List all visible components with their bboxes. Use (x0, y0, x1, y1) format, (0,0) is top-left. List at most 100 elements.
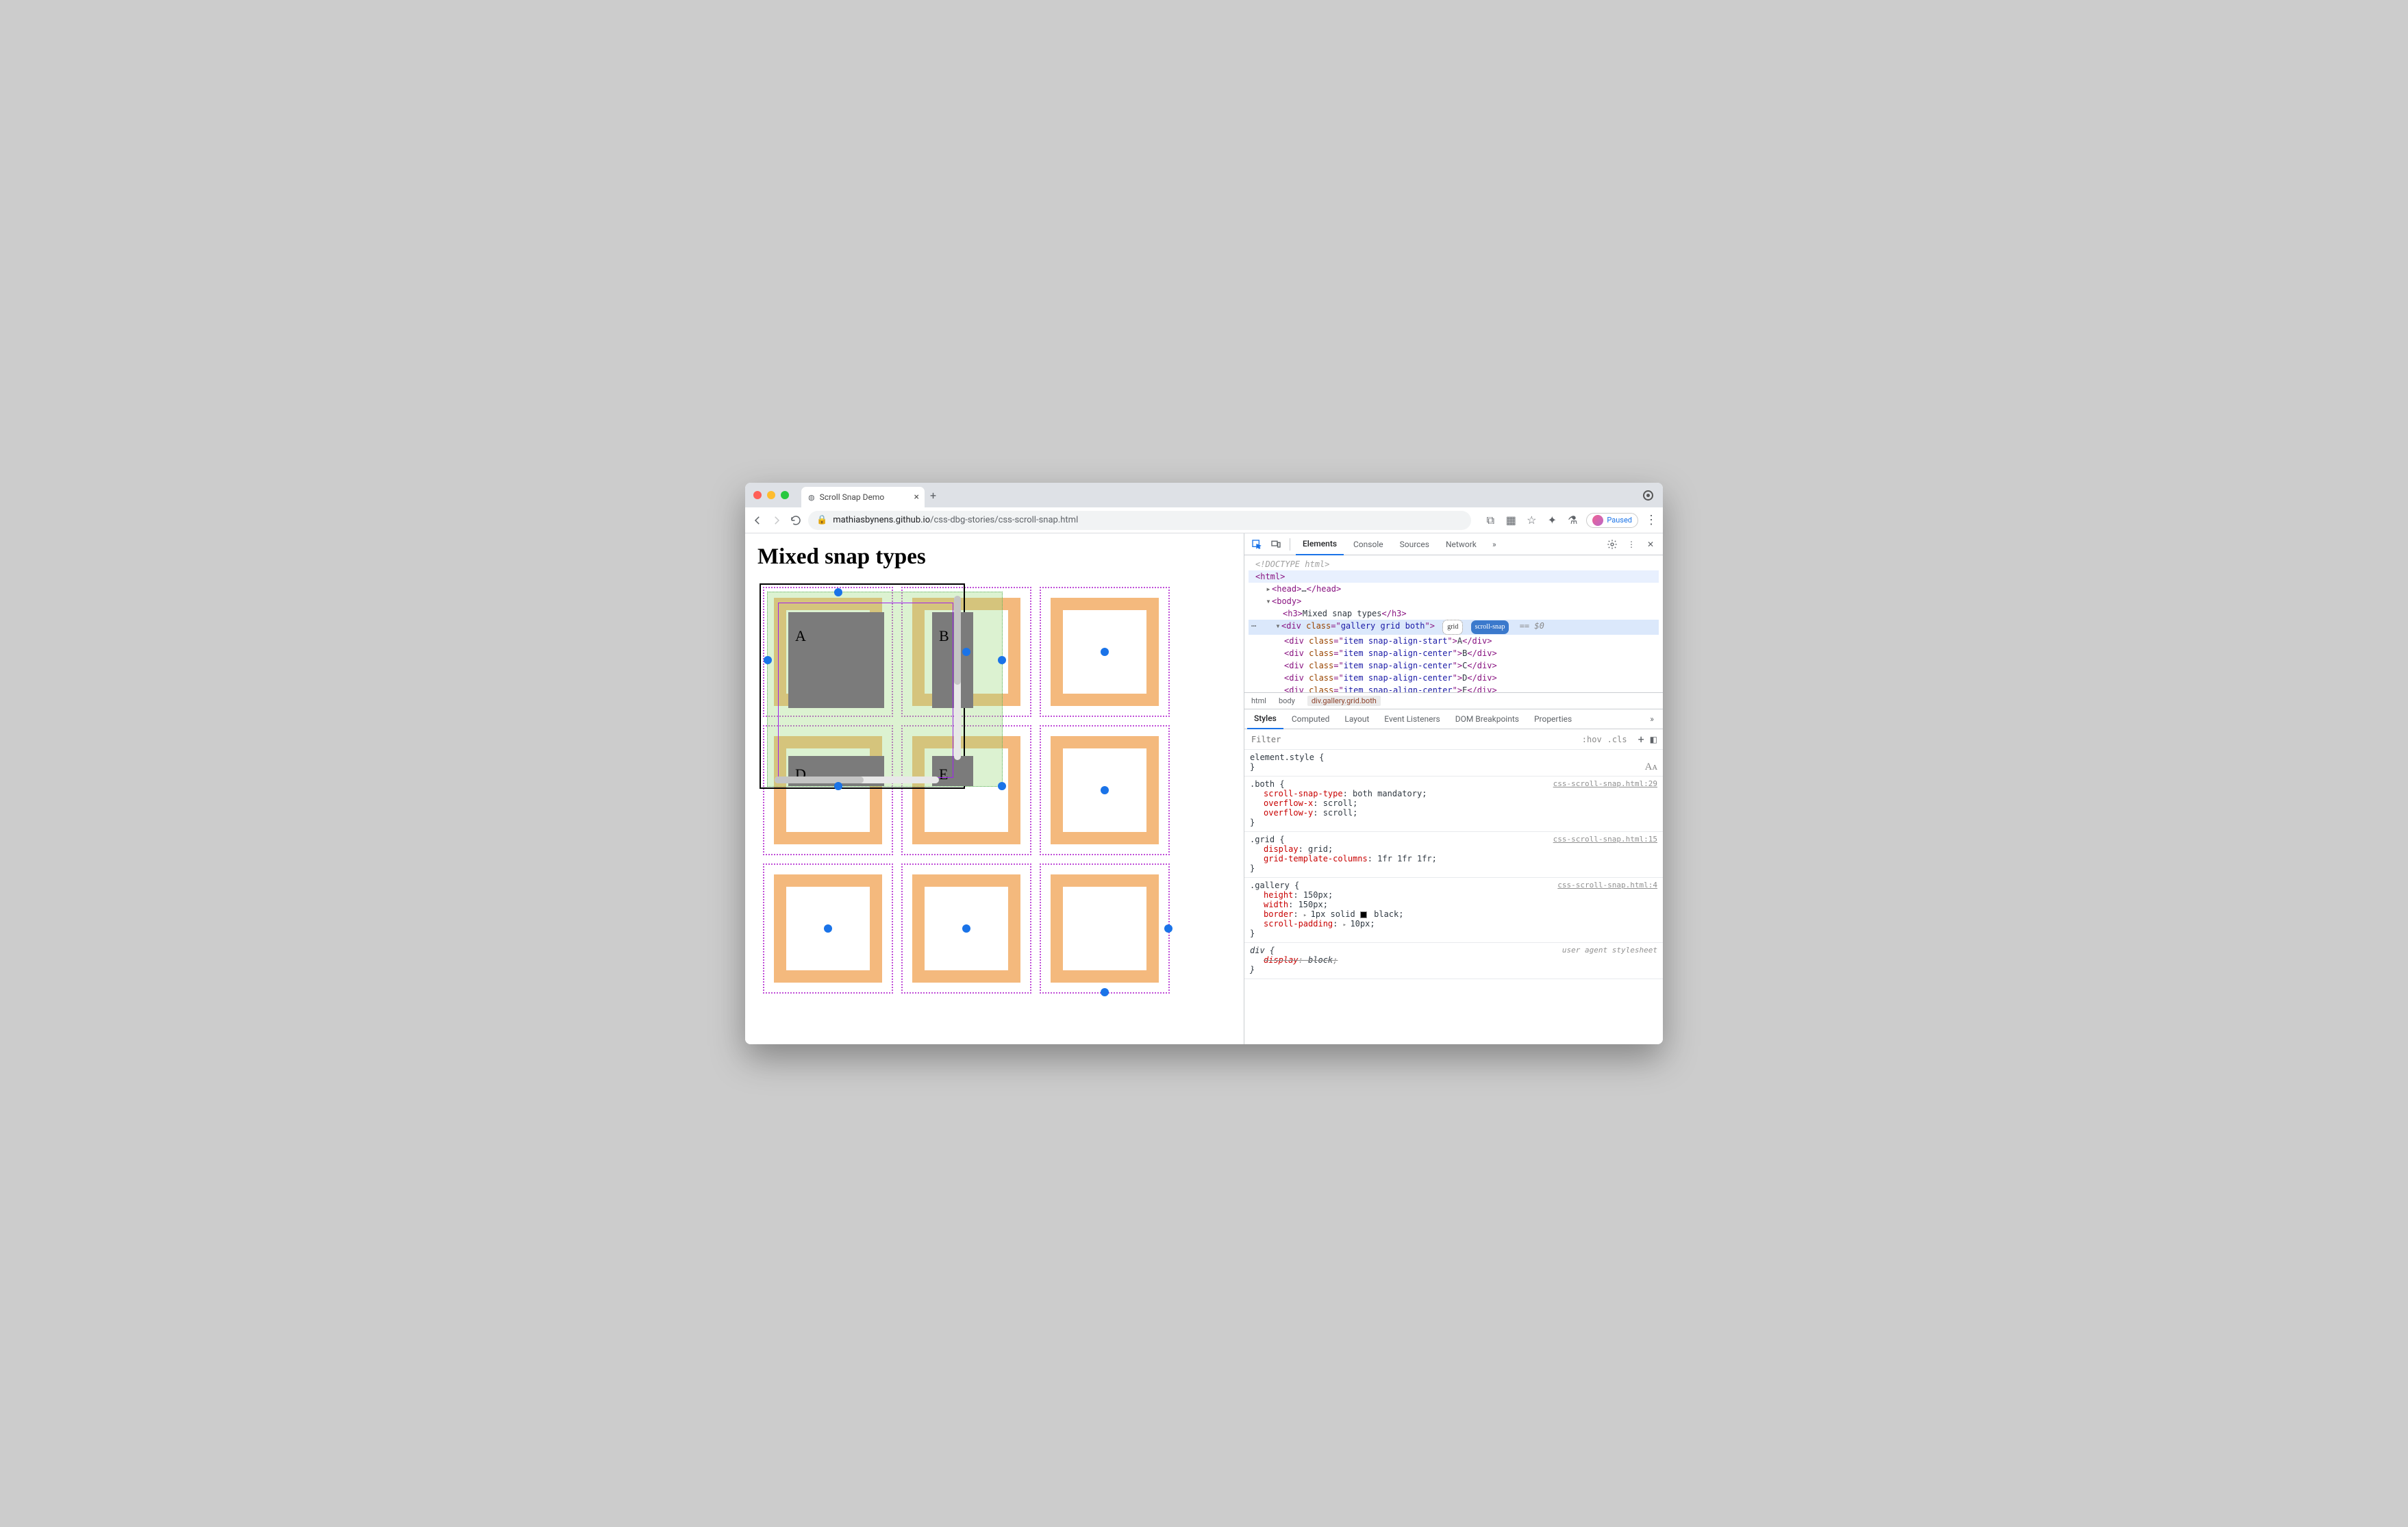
star-icon[interactable]: ☆ (1525, 514, 1538, 527)
font-size-icon[interactable]: Aᴀ (1645, 761, 1657, 773)
tab-network[interactable]: Network (1439, 533, 1483, 555)
badge-grid[interactable]: grid (1442, 620, 1463, 635)
account-paused-chip[interactable]: Paused (1586, 513, 1638, 528)
snap-cell (901, 863, 1031, 994)
snap-point-icon (1164, 924, 1172, 933)
more-subtabs-icon[interactable]: » (1644, 711, 1660, 727)
scrollbar-horizontal-thumb[interactable] (775, 777, 864, 783)
close-window-icon[interactable] (753, 491, 762, 499)
subtab-properties[interactable]: Properties (1527, 709, 1579, 729)
child-element-row[interactable]: <div class="item snap-align-center">E</d… (1249, 684, 1659, 692)
subtab-layout[interactable]: Layout (1338, 709, 1376, 729)
cls-toggle[interactable]: .cls (1607, 735, 1627, 744)
style-rule[interactable]: element.style {}Aᴀ (1244, 750, 1663, 777)
extensions-icon[interactable]: ✦ (1545, 514, 1559, 527)
browser-tab[interactable]: ◍ Scroll Snap Demo × (801, 487, 925, 507)
hover-toggle[interactable]: :hov (1582, 735, 1602, 744)
crumb-html[interactable]: html (1251, 696, 1266, 705)
paused-label: Paused (1607, 516, 1632, 525)
snap-point-icon (1101, 786, 1109, 794)
demo-stage: A B D E (757, 583, 1182, 1008)
close-devtools-icon[interactable]: ✕ (1642, 536, 1659, 553)
snap-cell (1040, 863, 1170, 994)
close-tab-icon[interactable]: × (914, 492, 919, 503)
snap-point-icon (962, 924, 970, 933)
tab-search-icon[interactable] (1643, 490, 1653, 501)
subtab-dom-breakpoints[interactable]: DOM Breakpoints (1448, 709, 1526, 729)
badge-scroll-snap[interactable]: scroll-snap (1471, 620, 1509, 634)
styles-filter-bar: :hov .cls + ◧ (1244, 729, 1663, 750)
minimize-window-icon[interactable] (767, 491, 775, 499)
scrollbar-vertical-thumb[interactable] (954, 596, 961, 685)
subtab-computed[interactable]: Computed (1285, 709, 1337, 729)
crumb-body[interactable]: body (1279, 696, 1295, 705)
device-toggle-icon[interactable] (1268, 536, 1284, 553)
inspect-icon[interactable] (1249, 536, 1265, 553)
back-button[interactable] (751, 514, 764, 527)
settings-icon[interactable] (1604, 536, 1620, 553)
elements-tree[interactable]: <!DOCTYPE html> <html> ▸<head>…</head> ▾… (1244, 555, 1663, 692)
forward-button[interactable] (770, 514, 783, 527)
scroll-container[interactable]: A B D E (760, 583, 965, 789)
child-element-row[interactable]: <div class="item snap-align-center">D</d… (1249, 672, 1659, 684)
lock-icon: 🔒 (816, 515, 827, 525)
snap-cell (1040, 725, 1170, 855)
child-element-row[interactable]: <div class="item snap-align-start">A</di… (1249, 635, 1659, 647)
devtools-menu-icon[interactable]: ⋮ (1623, 536, 1640, 553)
styles-filter-input[interactable] (1250, 734, 1577, 745)
body-row[interactable]: ▾<body> (1249, 595, 1659, 607)
avatar-icon (1592, 515, 1603, 526)
snap-point-icon (1101, 648, 1109, 656)
tab-sources[interactable]: Sources (1393, 533, 1436, 555)
style-rule[interactable]: .gallery {css-scroll-snap.html:4height: … (1244, 878, 1663, 943)
snap-point-icon (962, 648, 970, 656)
styles-subtabs: Styles Computed Layout Event Listeners D… (1244, 709, 1663, 729)
titlebar: ◍ Scroll Snap Demo × + (745, 483, 1663, 507)
snap-point-icon (1101, 988, 1109, 996)
style-rule[interactable]: .grid {css-scroll-snap.html:15display: g… (1244, 832, 1663, 878)
crumb-selected[interactable]: div.gallery.grid.both (1307, 696, 1381, 706)
tab-title: Scroll Snap Demo (820, 492, 885, 502)
toggle-sidebar-icon[interactable]: ◧ (1650, 735, 1657, 744)
styles-pane[interactable]: element.style {}Aᴀ.both {css-scroll-snap… (1244, 750, 1663, 1044)
reload-button[interactable] (789, 514, 803, 527)
devtools-panel: Elements Console Sources Network » ⋮ ✕ <… (1244, 533, 1663, 1044)
browser-menu-button[interactable]: ⋮ (1645, 513, 1657, 527)
child-element-row[interactable]: <div class="item snap-align-center">B</d… (1249, 647, 1659, 659)
url-domain: mathiasbynens.github.io (833, 515, 930, 525)
breadcrumb: html body div.gallery.grid.both (1244, 692, 1663, 709)
style-rule[interactable]: .both {css-scroll-snap.html:29scroll-sna… (1244, 777, 1663, 832)
qr-icon[interactable]: ▦ (1504, 514, 1518, 527)
head-row[interactable]: ▸<head>…</head> (1249, 583, 1659, 595)
expand-options-icon[interactable]: ⋯ (1251, 620, 1256, 632)
snap-point-icon (824, 924, 832, 933)
globe-icon: ◍ (808, 493, 815, 502)
dollar-zero-hint: == $0 (1520, 621, 1544, 631)
snap-cell (1040, 587, 1170, 717)
more-tabs-icon[interactable]: » (1486, 536, 1503, 553)
devtools-toolbar: Elements Console Sources Network » ⋮ ✕ (1244, 533, 1663, 555)
new-tab-button[interactable]: + (930, 489, 936, 502)
child-element-row[interactable]: <div class="item snap-align-center">C</d… (1249, 659, 1659, 672)
tab-console[interactable]: Console (1346, 533, 1390, 555)
selection-outline (778, 603, 953, 778)
style-rule[interactable]: div {user agent stylesheetdisplay: block… (1244, 943, 1663, 979)
page-viewport: Mixed snap types (745, 533, 1244, 1044)
doctype-line: <!DOCTYPE html> (1249, 558, 1659, 570)
page-heading: Mixed snap types (757, 544, 1231, 570)
flask-icon[interactable]: ⚗ (1566, 514, 1579, 527)
new-style-rule-button[interactable]: + (1638, 733, 1644, 746)
maximize-window-icon[interactable] (781, 491, 789, 499)
tab-elements[interactable]: Elements (1296, 533, 1344, 555)
window-controls (753, 491, 789, 499)
html-open[interactable]: <html> (1249, 570, 1659, 583)
h3-row[interactable]: <h3>Mixed snap types</h3> (1249, 607, 1659, 620)
subtab-event-listeners[interactable]: Event Listeners (1377, 709, 1446, 729)
device-icon[interactable]: ⧉ (1483, 514, 1497, 527)
selected-element-row[interactable]: ⋯ ▾<div class="gallery grid both"> grid … (1249, 620, 1659, 635)
browser-window: ◍ Scroll Snap Demo × + 🔒 mathiasbynens.g… (745, 483, 1663, 1044)
url-input[interactable]: 🔒 mathiasbynens.github.io/css-dbg-storie… (808, 511, 1471, 530)
subtab-styles[interactable]: Styles (1247, 709, 1283, 729)
url-path: /css-dbg-stories/css-scroll-snap.html (930, 515, 1078, 525)
snap-cell (763, 863, 893, 994)
